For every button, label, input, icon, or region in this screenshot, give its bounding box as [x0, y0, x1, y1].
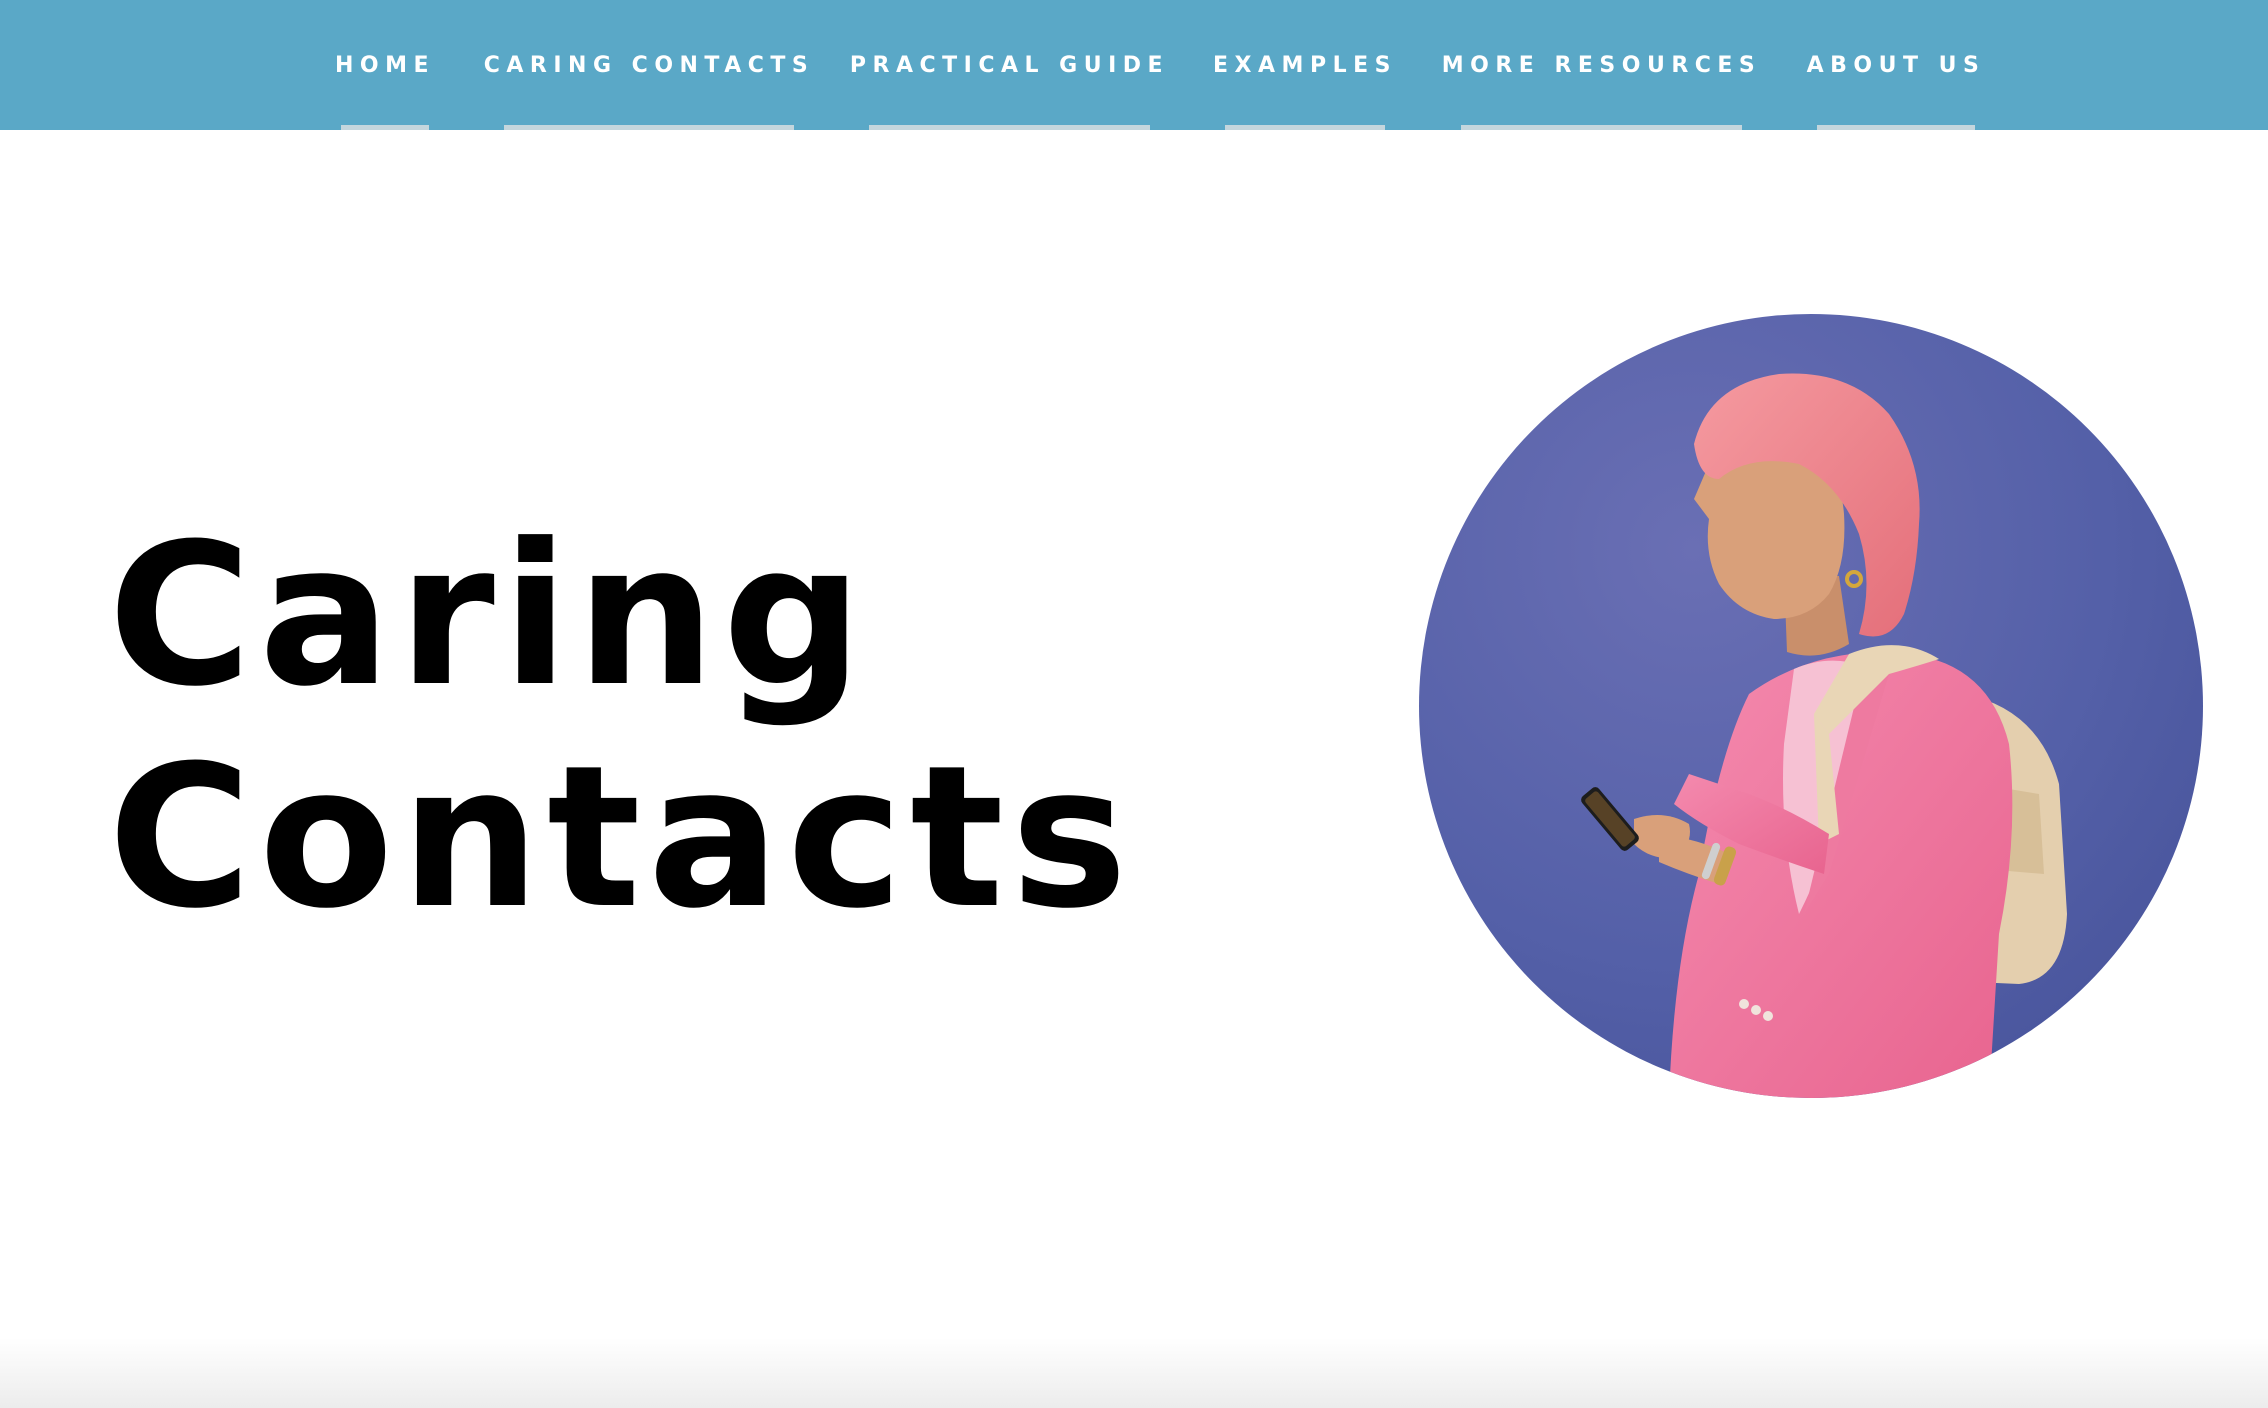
nav-item-home[interactable]: HOME: [335, 0, 429, 130]
hero-title-line-2: Contacts: [108, 724, 1135, 952]
nav-item-label: MORE RESOURCES: [1441, 52, 1762, 78]
nav-item-underline: [1817, 125, 1975, 130]
page: HOME CARING CONTACTS PRACTICAL GUIDE EXA…: [0, 0, 2268, 1408]
nav-item-label: ABOUT US: [1806, 52, 1986, 78]
nav-item-more-resources[interactable]: MORE RESOURCES: [1442, 0, 1755, 130]
nav-item-label: CARING CONTACTS: [483, 52, 815, 78]
nav-item-underline: [504, 125, 794, 130]
nav-item-practical-guide[interactable]: PRACTICAL GUIDE: [850, 0, 1163, 130]
hero-title: Caring Contacts: [108, 505, 1135, 949]
nav-item-label: HOME: [334, 52, 436, 78]
person-with-phone-illustration: [1581, 373, 2067, 1098]
nav-item-underline: [1225, 125, 1385, 130]
nav-item-label: EXAMPLES: [1213, 52, 1397, 78]
top-navigation-bar: HOME CARING CONTACTS PRACTICAL GUIDE EXA…: [0, 0, 2268, 130]
nav-item-underline: [869, 125, 1150, 130]
nav-item-underline: [341, 125, 429, 130]
nav-item-examples[interactable]: EXAMPLES: [1213, 0, 1390, 130]
nav-item-underline: [1461, 125, 1742, 130]
nav-item-about-us[interactable]: ABOUT US: [1807, 0, 1979, 130]
hero-title-line-1: Caring: [108, 502, 870, 730]
nav-item-caring-contacts[interactable]: CARING CONTACTS: [484, 0, 808, 130]
page-bottom-fade: [0, 1338, 2268, 1408]
hero-photo: [1419, 314, 2203, 1098]
nav-item-label: PRACTICAL GUIDE: [849, 52, 1170, 78]
